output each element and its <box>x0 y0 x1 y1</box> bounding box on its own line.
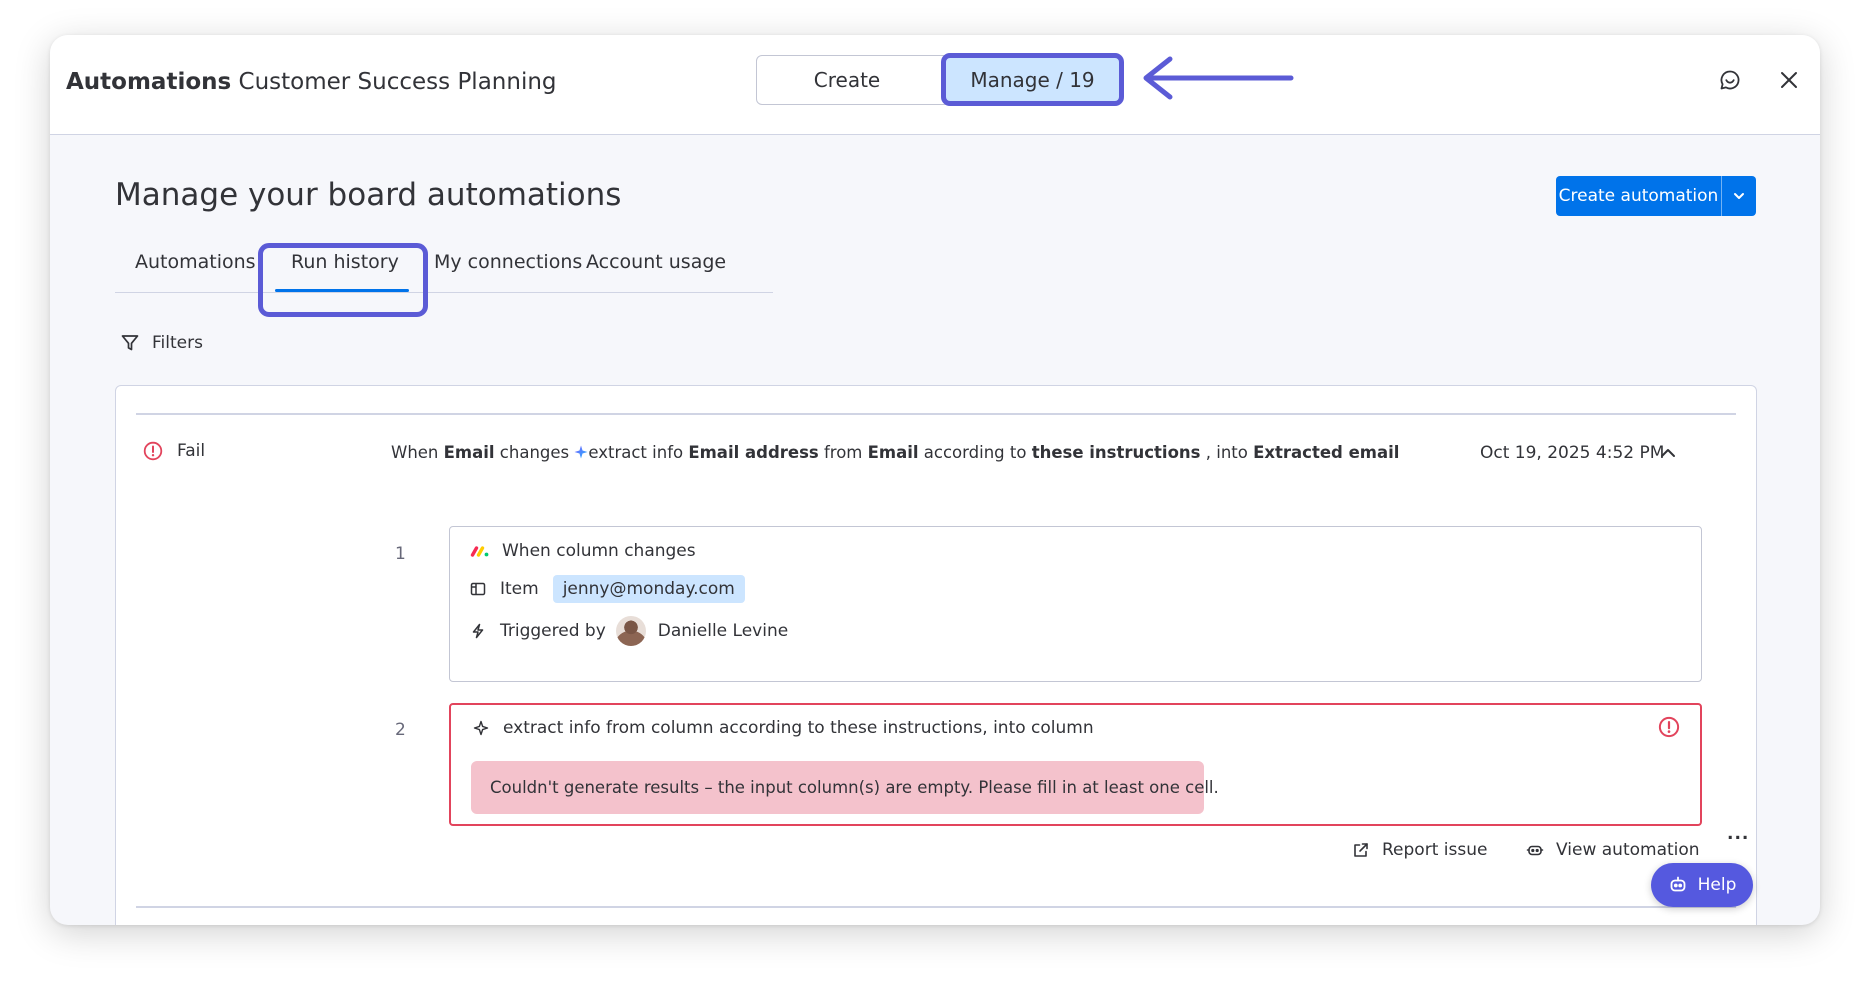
item-icon <box>470 582 486 596</box>
recipe-text: from <box>818 443 868 462</box>
recipe-text: , into <box>1200 443 1254 462</box>
recipe-text: according to <box>918 443 1032 462</box>
external-link-icon <box>1354 843 1368 857</box>
create-toggle-button[interactable]: Create <box>757 56 937 103</box>
robot-icon <box>1526 845 1544 856</box>
chevron-up-icon[interactable] <box>1659 444 1677 466</box>
trigger-step-card: When column changes Item jenny@monday.co… <box>449 526 1702 682</box>
app-name: Automations <box>66 69 232 95</box>
recipe-field: Email address <box>688 443 819 462</box>
step-title: extract info from column according to th… <box>503 718 1094 738</box>
tab-automations[interactable]: Automations <box>135 249 256 275</box>
automations-dialog: Automations Customer Success Planning Cr… <box>50 35 1820 925</box>
divider <box>136 906 1736 908</box>
view-automation-button[interactable]: View automation <box>1526 840 1700 860</box>
step-title: When column changes <box>502 541 696 561</box>
more-actions-button[interactable]: ... <box>1727 824 1749 844</box>
help-button[interactable]: Help <box>1651 863 1753 907</box>
tab-my-connections[interactable]: My connections <box>434 249 582 275</box>
step-number: 1 <box>395 544 406 564</box>
dialog-header: Automations Customer Success Planning Cr… <box>50 35 1820 135</box>
tab-bar: Automations Run history My connections A… <box>115 243 773 293</box>
feedback-icon[interactable] <box>1715 65 1745 95</box>
help-label: Help <box>1697 875 1737 895</box>
board-name: Customer Success Planning <box>238 69 557 95</box>
triggered-by-label: Triggered by <box>500 621 606 641</box>
report-issue-label: Report issue <box>1382 840 1488 860</box>
manage-toggle-button[interactable]: Manage / 19 <box>941 53 1124 106</box>
automation-recipe: When Email changes extract info Email ad… <box>391 443 1399 462</box>
create-automation-button: Create automation <box>1556 176 1756 216</box>
filters-button[interactable]: Filters <box>120 333 203 353</box>
divider <box>136 413 1736 415</box>
recipe-text: changes <box>494 443 575 462</box>
run-status-label: Fail <box>177 441 206 461</box>
error-icon <box>143 441 163 461</box>
ai-sparkle-icon <box>574 445 588 459</box>
chevron-down-icon[interactable] <box>1722 176 1756 216</box>
monday-logo-icon <box>470 546 489 557</box>
report-issue-button[interactable]: Report issue <box>1352 840 1487 860</box>
run-status: Fail <box>143 441 205 461</box>
lightning-icon <box>472 623 484 639</box>
error-message: Couldn't generate results – the input co… <box>471 761 1219 814</box>
annotation-highlight-frame <box>258 243 428 317</box>
item-value-chip[interactable]: jenny@monday.com <box>552 575 745 603</box>
action-step-card: extract info from column according to th… <box>449 703 1702 826</box>
error-icon <box>1658 716 1680 738</box>
recipe-text: extract info <box>588 443 689 462</box>
page-title: Manage your board automations <box>115 177 622 213</box>
recipe-text: When <box>391 443 444 462</box>
recipe-field: Email <box>443 443 495 462</box>
view-toggle: Create Manage / 19 <box>756 53 1124 106</box>
recipe-field: Extracted email <box>1253 443 1400 462</box>
annotation-arrow-icon <box>1143 56 1294 100</box>
run-date: Oct 19, 2025 4:52 PM <box>1480 443 1665 463</box>
create-automation-label[interactable]: Create automation <box>1556 176 1721 216</box>
avatar <box>615 616 646 646</box>
ai-sparkle-outline-icon <box>473 720 489 736</box>
filter-icon <box>121 335 139 351</box>
run-history-panel: Fail When Email changes extract info Ema… <box>115 385 1757 925</box>
recipe-field: these instructions <box>1031 443 1201 462</box>
recipe-field: Email <box>867 443 919 462</box>
item-label: Item <box>500 579 539 599</box>
triggered-by-user: Danielle Levine <box>657 621 789 641</box>
step-number: 2 <box>395 720 406 740</box>
view-automation-label: View automation <box>1556 840 1700 860</box>
dialog-title: Automations Customer Success Planning <box>66 66 557 98</box>
filters-label: Filters <box>152 333 203 353</box>
close-icon[interactable] <box>1774 65 1804 95</box>
help-bot-icon <box>1670 876 1686 892</box>
tab-account-usage[interactable]: Account usage <box>586 249 726 275</box>
